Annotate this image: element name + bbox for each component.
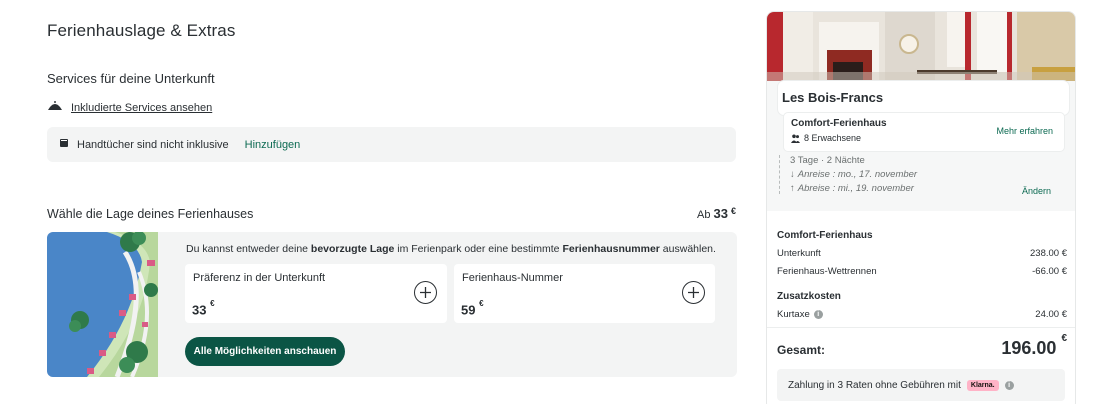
departure-row: ↑ Abreise : mi., 19. november bbox=[790, 183, 1059, 194]
option-card-preference[interactable]: Präferenz in der Unterkunft 33 € bbox=[185, 264, 447, 323]
location-from-price: Ab 33 € bbox=[697, 206, 736, 221]
from-label: Ab bbox=[697, 209, 711, 221]
price-row: Kurtaxe i 24.00 € bbox=[777, 309, 1067, 320]
arrival-date: Anreise : mo., 17. november bbox=[797, 169, 918, 180]
divider bbox=[767, 327, 1075, 328]
option-price: 59 € bbox=[461, 299, 484, 318]
info-icon[interactable]: i bbox=[813, 310, 823, 319]
total-row: Gesamt: 196.00 € bbox=[777, 333, 1067, 359]
guests-icon bbox=[791, 134, 800, 143]
price-row-value: -66.00 € bbox=[1032, 266, 1067, 277]
price-row: Unterkunft 238.00 € bbox=[777, 248, 1067, 259]
option-price-currency: € bbox=[479, 299, 484, 308]
change-dates-link[interactable]: Ändern bbox=[1022, 186, 1051, 196]
extras-heading: Zusatzkosten bbox=[777, 291, 841, 302]
towel-icon bbox=[58, 136, 70, 154]
guests-count: 8 Erwachsene bbox=[804, 133, 862, 143]
towel-text: Handtücher sind nicht inklusive bbox=[77, 138, 229, 151]
total-value: 196.00 € bbox=[1001, 333, 1067, 359]
room-service-icon bbox=[47, 99, 63, 117]
house-photo bbox=[767, 12, 1075, 92]
page-title: Ferienhauslage & Extras bbox=[47, 21, 236, 40]
desc-part: auswählen. bbox=[659, 243, 716, 255]
booking-summary-card: Les Bois-Francs Comfort-Ferienhaus 8 Erw… bbox=[766, 11, 1076, 404]
services-link-row[interactable]: Inkludierte Services ansehen bbox=[47, 99, 212, 117]
option-price-currency: € bbox=[210, 299, 215, 308]
klarna-text: Zahlung in 3 Raten ohne Gebühren mit bbox=[788, 379, 961, 391]
main-content: Ferienhauslage & Extras Services für dei… bbox=[0, 0, 760, 404]
services-heading: Services für deine Unterkunft bbox=[47, 71, 215, 86]
learn-more-link[interactable]: Mehr erfahren bbox=[996, 126, 1053, 136]
departure-date: Abreise : mi., 19. november bbox=[797, 183, 914, 194]
option-price-value: 33 bbox=[192, 302, 207, 318]
option-card-house-number[interactable]: Ferienhaus-Nummer 59 € bbox=[454, 264, 715, 323]
stay-dates: 3 Tage · 2 Nächte ↓ Anreise : mo., 17. no… bbox=[779, 155, 1059, 194]
location-heading: Wähle die Lage deines Ferienhauses bbox=[47, 207, 254, 221]
add-house-number-button[interactable] bbox=[682, 281, 705, 304]
park-name: Les Bois-Francs bbox=[782, 90, 884, 105]
park-map-image bbox=[47, 232, 158, 377]
add-preference-button[interactable] bbox=[414, 281, 437, 304]
klarna-logo: Klarna. bbox=[966, 379, 999, 391]
desc-bold-number: Ferienhausnummer bbox=[562, 243, 660, 255]
from-price-currency: € bbox=[730, 206, 736, 216]
info-icon[interactable]: i bbox=[1004, 380, 1014, 390]
all-options-button[interactable]: Alle Möglichkeiten anschauen bbox=[185, 337, 345, 366]
price-section-heading: Comfort-Ferienhaus bbox=[777, 230, 873, 241]
plus-icon bbox=[420, 287, 431, 298]
included-services-link[interactable]: Inkludierte Services ansehen bbox=[71, 102, 212, 114]
option-label: Präferenz in der Unterkunft bbox=[193, 272, 326, 284]
arrival-arrow-icon: ↓ bbox=[790, 169, 795, 180]
departure-arrow-icon: ↑ bbox=[790, 183, 795, 194]
arrival-row: ↓ Anreise : mo., 17. november bbox=[790, 169, 1059, 180]
price-row-value: 24.00 € bbox=[1035, 309, 1067, 320]
klarna-installments: Zahlung in 3 Raten ohne Gebühren mit Kla… bbox=[777, 369, 1065, 401]
price-row-label-wrap: Kurtaxe i bbox=[777, 309, 823, 320]
from-price-value: 33 bbox=[713, 206, 728, 221]
plus-icon bbox=[688, 287, 699, 298]
park-title-panel: Les Bois-Francs bbox=[778, 81, 1069, 115]
option-price: 33 € bbox=[192, 299, 215, 318]
price-row: Ferienhaus-Wettrennen -66.00 € bbox=[777, 266, 1067, 277]
price-row-label: Kurtaxe bbox=[777, 309, 810, 320]
price-breakdown: Comfort-Ferienhaus Unterkunft 238.00 € F… bbox=[777, 230, 1067, 320]
total-currency: € bbox=[1061, 333, 1067, 344]
option-price-value: 59 bbox=[461, 302, 476, 318]
towel-notice: Handtücher sind nicht inklusive Hinzufüg… bbox=[47, 127, 736, 162]
price-row-label: Unterkunft bbox=[777, 248, 821, 259]
total-label: Gesamt: bbox=[777, 343, 826, 357]
house-type-name: Comfort-Ferienhaus bbox=[791, 118, 887, 129]
location-description: Du kannst entweder deine bevorzugte Lage… bbox=[186, 243, 716, 255]
location-panel: Du kannst entweder deine bevorzugte Lage… bbox=[47, 232, 737, 377]
guests-row: 8 Erwachsene bbox=[791, 133, 861, 143]
add-towels-link[interactable]: Hinzufügen bbox=[245, 139, 301, 151]
house-type-card: Comfort-Ferienhaus 8 Erwachsene Mehr erf… bbox=[784, 113, 1064, 151]
desc-part: Du kannst entweder deine bbox=[186, 243, 311, 255]
option-label: Ferienhaus-Nummer bbox=[462, 272, 563, 284]
total-amount: 196.00 bbox=[1001, 338, 1057, 358]
desc-part: im Ferienpark oder eine bestimmte bbox=[394, 243, 563, 255]
desc-bold-preferred: bevorzugte Lage bbox=[310, 243, 395, 255]
price-row-label: Ferienhaus-Wettrennen bbox=[777, 266, 877, 277]
price-row-value: 238.00 € bbox=[1030, 248, 1067, 259]
stay-duration: 3 Tage · 2 Nächte bbox=[790, 155, 865, 166]
